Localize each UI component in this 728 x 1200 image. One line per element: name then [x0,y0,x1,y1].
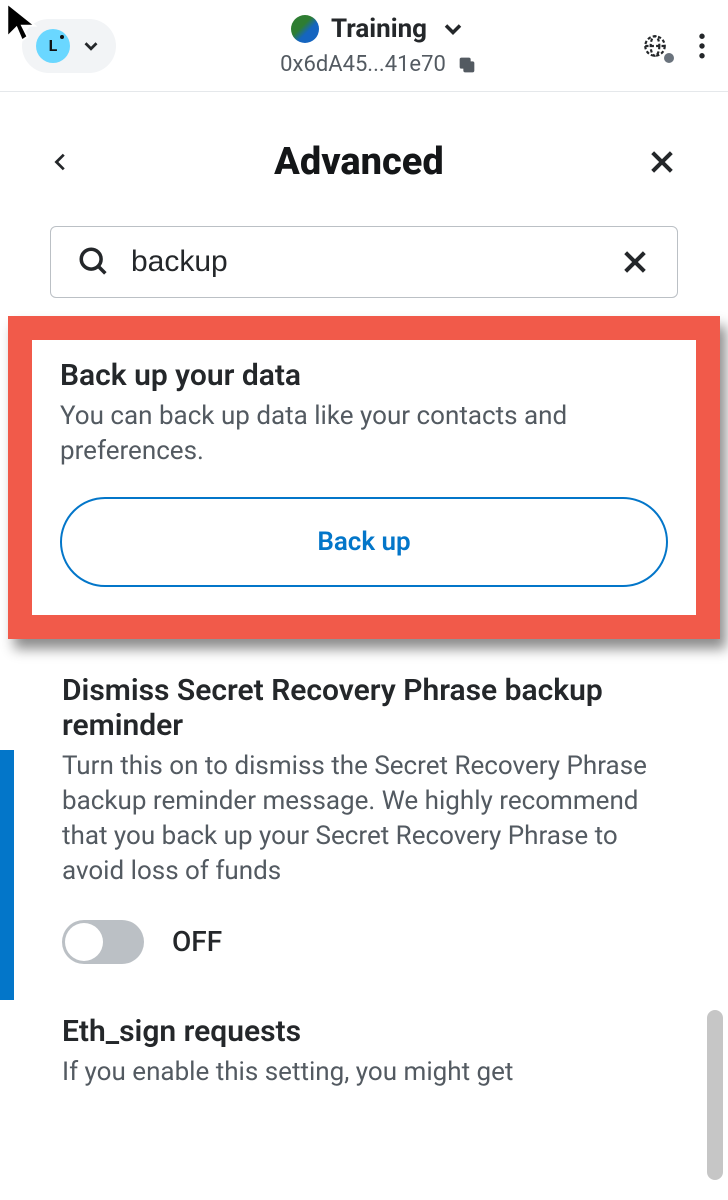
dismiss-srp-toggle[interactable] [62,920,144,964]
search-input[interactable] [131,245,599,279]
cursor-icon [0,0,44,44]
address-text: 0x6dA45...41e70 [280,52,446,77]
status-dot-icon [664,53,674,63]
settings-search[interactable] [50,226,678,298]
eth-sign-title: Eth_sign requests [62,1014,666,1049]
clear-search-button[interactable] [619,246,651,278]
copy-icon[interactable] [456,54,478,76]
eth-sign-section: Eth_sign requests If you enable this set… [0,964,728,1090]
page-title: Advanced [72,140,646,184]
left-edge-indicator [0,750,14,1000]
network-name: Training [331,14,427,44]
network-selector[interactable]: Training [116,14,642,44]
chevron-down-icon [439,15,467,43]
account-address[interactable]: 0x6dA45...41e70 [116,52,642,77]
chevron-down-icon [80,35,102,57]
dismiss-srp-title: Dismiss Secret Recovery Phrase backup re… [62,673,666,743]
backup-data-section-highlighted: Back up your data You can back up data l… [8,316,720,639]
backup-data-desc: You can back up data like your contacts … [60,399,668,469]
close-button[interactable] [646,146,678,178]
connected-sites-button[interactable] [642,33,668,59]
kebab-menu-icon[interactable] [698,33,706,59]
app-header: L Training 0x6dA45...41e70 [0,0,728,92]
scrollbar-thumb[interactable] [707,1010,723,1180]
network-orb-icon [291,15,319,43]
toggle-state-label: OFF [172,925,222,958]
eth-sign-desc: If you enable this setting, you might ge… [62,1055,666,1090]
backup-button[interactable]: Back up [60,497,668,587]
back-button[interactable] [50,145,72,179]
search-icon [77,245,111,279]
toggle-knob [65,923,103,961]
dismiss-srp-section: Dismiss Secret Recovery Phrase backup re… [0,639,728,963]
backup-data-title: Back up your data [60,358,668,393]
dismiss-srp-desc: Turn this on to dismiss the Secret Recov… [62,749,666,889]
